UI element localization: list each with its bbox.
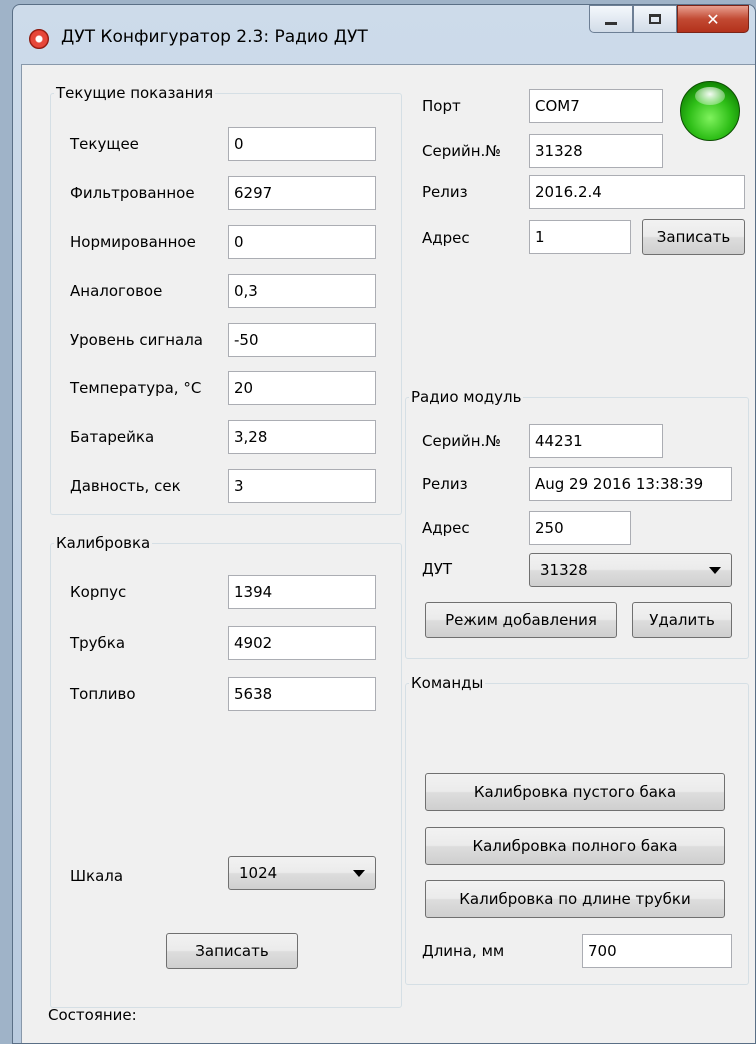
full-tank-calibration-button[interactable]: Калибровка полного бака [425, 827, 725, 865]
body-field[interactable]: 1394 [228, 575, 376, 609]
length-field[interactable]: 700 [582, 934, 732, 968]
current-readings-title: Текущие показания [54, 84, 216, 102]
app-logo-icon [29, 29, 49, 49]
analog-label: Аналоговое [70, 282, 163, 300]
dut-dropdown-value: 31328 [540, 561, 588, 579]
radio-address-field[interactable]: 250 [529, 511, 631, 545]
filtered-field[interactable]: 6297 [228, 176, 376, 210]
tube-label: Трубка [70, 634, 126, 652]
title-bar[interactable]: ДУТ Конфигуратор 2.3: Радио ДУТ ✕ [13, 5, 755, 63]
device-release-field[interactable]: 2016.2.4 [529, 175, 745, 209]
radio-release-label: Релиз [422, 475, 468, 493]
minimize-button[interactable] [589, 5, 633, 33]
calibration-title: Калибровка [54, 534, 153, 552]
chevron-down-icon [353, 870, 365, 877]
scale-dropdown-value: 1024 [239, 864, 278, 882]
client-area: Текущие показания Текущее 0 Фильтрованно… [21, 64, 755, 1043]
radio-module-title: Радио модуль [409, 388, 524, 406]
temperature-label: Температура, °С [70, 379, 202, 397]
port-field[interactable]: COM7 [529, 89, 663, 123]
empty-tank-calibration-button[interactable]: Калибровка пустого бака [425, 773, 725, 811]
minimize-icon [605, 21, 617, 25]
commands-title: Команды [409, 674, 486, 692]
filtered-label: Фильтрованное [70, 184, 195, 202]
battery-label: Батарейка [70, 428, 155, 446]
app-window: ДУТ Конфигуратор 2.3: Радио ДУТ ✕ Текущи… [12, 4, 756, 1044]
radio-serial-label: Серийн.№ [422, 432, 501, 450]
device-serial-field[interactable]: 31328 [529, 134, 663, 168]
calibration-write-button[interactable]: Записать [166, 933, 298, 969]
normalized-label: Нормированное [70, 233, 196, 251]
maximize-button[interactable] [633, 5, 677, 33]
add-mode-button[interactable]: Режим добавления [425, 602, 617, 638]
current-label: Текущее [70, 135, 139, 153]
dut-dropdown[interactable]: 31328 [529, 553, 732, 587]
device-serial-label: Серийн.№ [422, 142, 501, 160]
age-label: Давность, сек [70, 477, 181, 495]
tube-length-calibration-button[interactable]: Калибровка по длине трубки [425, 880, 725, 918]
radio-address-label: Адрес [422, 519, 470, 537]
device-address-field[interactable]: 1 [529, 220, 631, 254]
dut-label: ДУТ [422, 560, 453, 578]
port-label: Порт [422, 97, 461, 115]
body-label: Корпус [70, 583, 127, 601]
device-release-label: Релиз [422, 183, 468, 201]
window-controls: ✕ [589, 5, 749, 35]
connection-status-led-icon [680, 81, 740, 141]
maximize-icon [649, 14, 661, 24]
analog-field[interactable]: 0,3 [228, 274, 376, 308]
temperature-field[interactable]: 20 [228, 371, 376, 405]
close-icon: ✕ [706, 9, 720, 29]
device-write-button[interactable]: Записать [642, 219, 745, 255]
fuel-label: Топливо [70, 685, 136, 703]
device-address-label: Адрес [422, 229, 470, 247]
tube-field[interactable]: 4902 [228, 626, 376, 660]
radio-release-field[interactable]: Aug 29 2016 13:38:39 [529, 467, 732, 501]
battery-field[interactable]: 3,28 [228, 420, 376, 454]
age-field[interactable]: 3 [228, 469, 376, 503]
status-label: Состояние: [48, 1006, 137, 1024]
signal-level-field[interactable]: -50 [228, 323, 376, 357]
chevron-down-icon [709, 567, 721, 574]
scale-label: Шкала [70, 867, 124, 885]
delete-button[interactable]: Удалить [632, 602, 732, 638]
radio-serial-field[interactable]: 44231 [529, 424, 663, 458]
current-field[interactable]: 0 [228, 127, 376, 161]
signal-level-label: Уровень сигнала [70, 331, 203, 349]
window-title: ДУТ Конфигуратор 2.3: Радио ДУТ [61, 27, 368, 47]
close-button[interactable]: ✕ [677, 5, 749, 33]
fuel-field[interactable]: 5638 [228, 677, 376, 711]
normalized-field[interactable]: 0 [228, 225, 376, 259]
length-label: Длина, мм [422, 942, 505, 960]
scale-dropdown[interactable]: 1024 [228, 856, 376, 890]
